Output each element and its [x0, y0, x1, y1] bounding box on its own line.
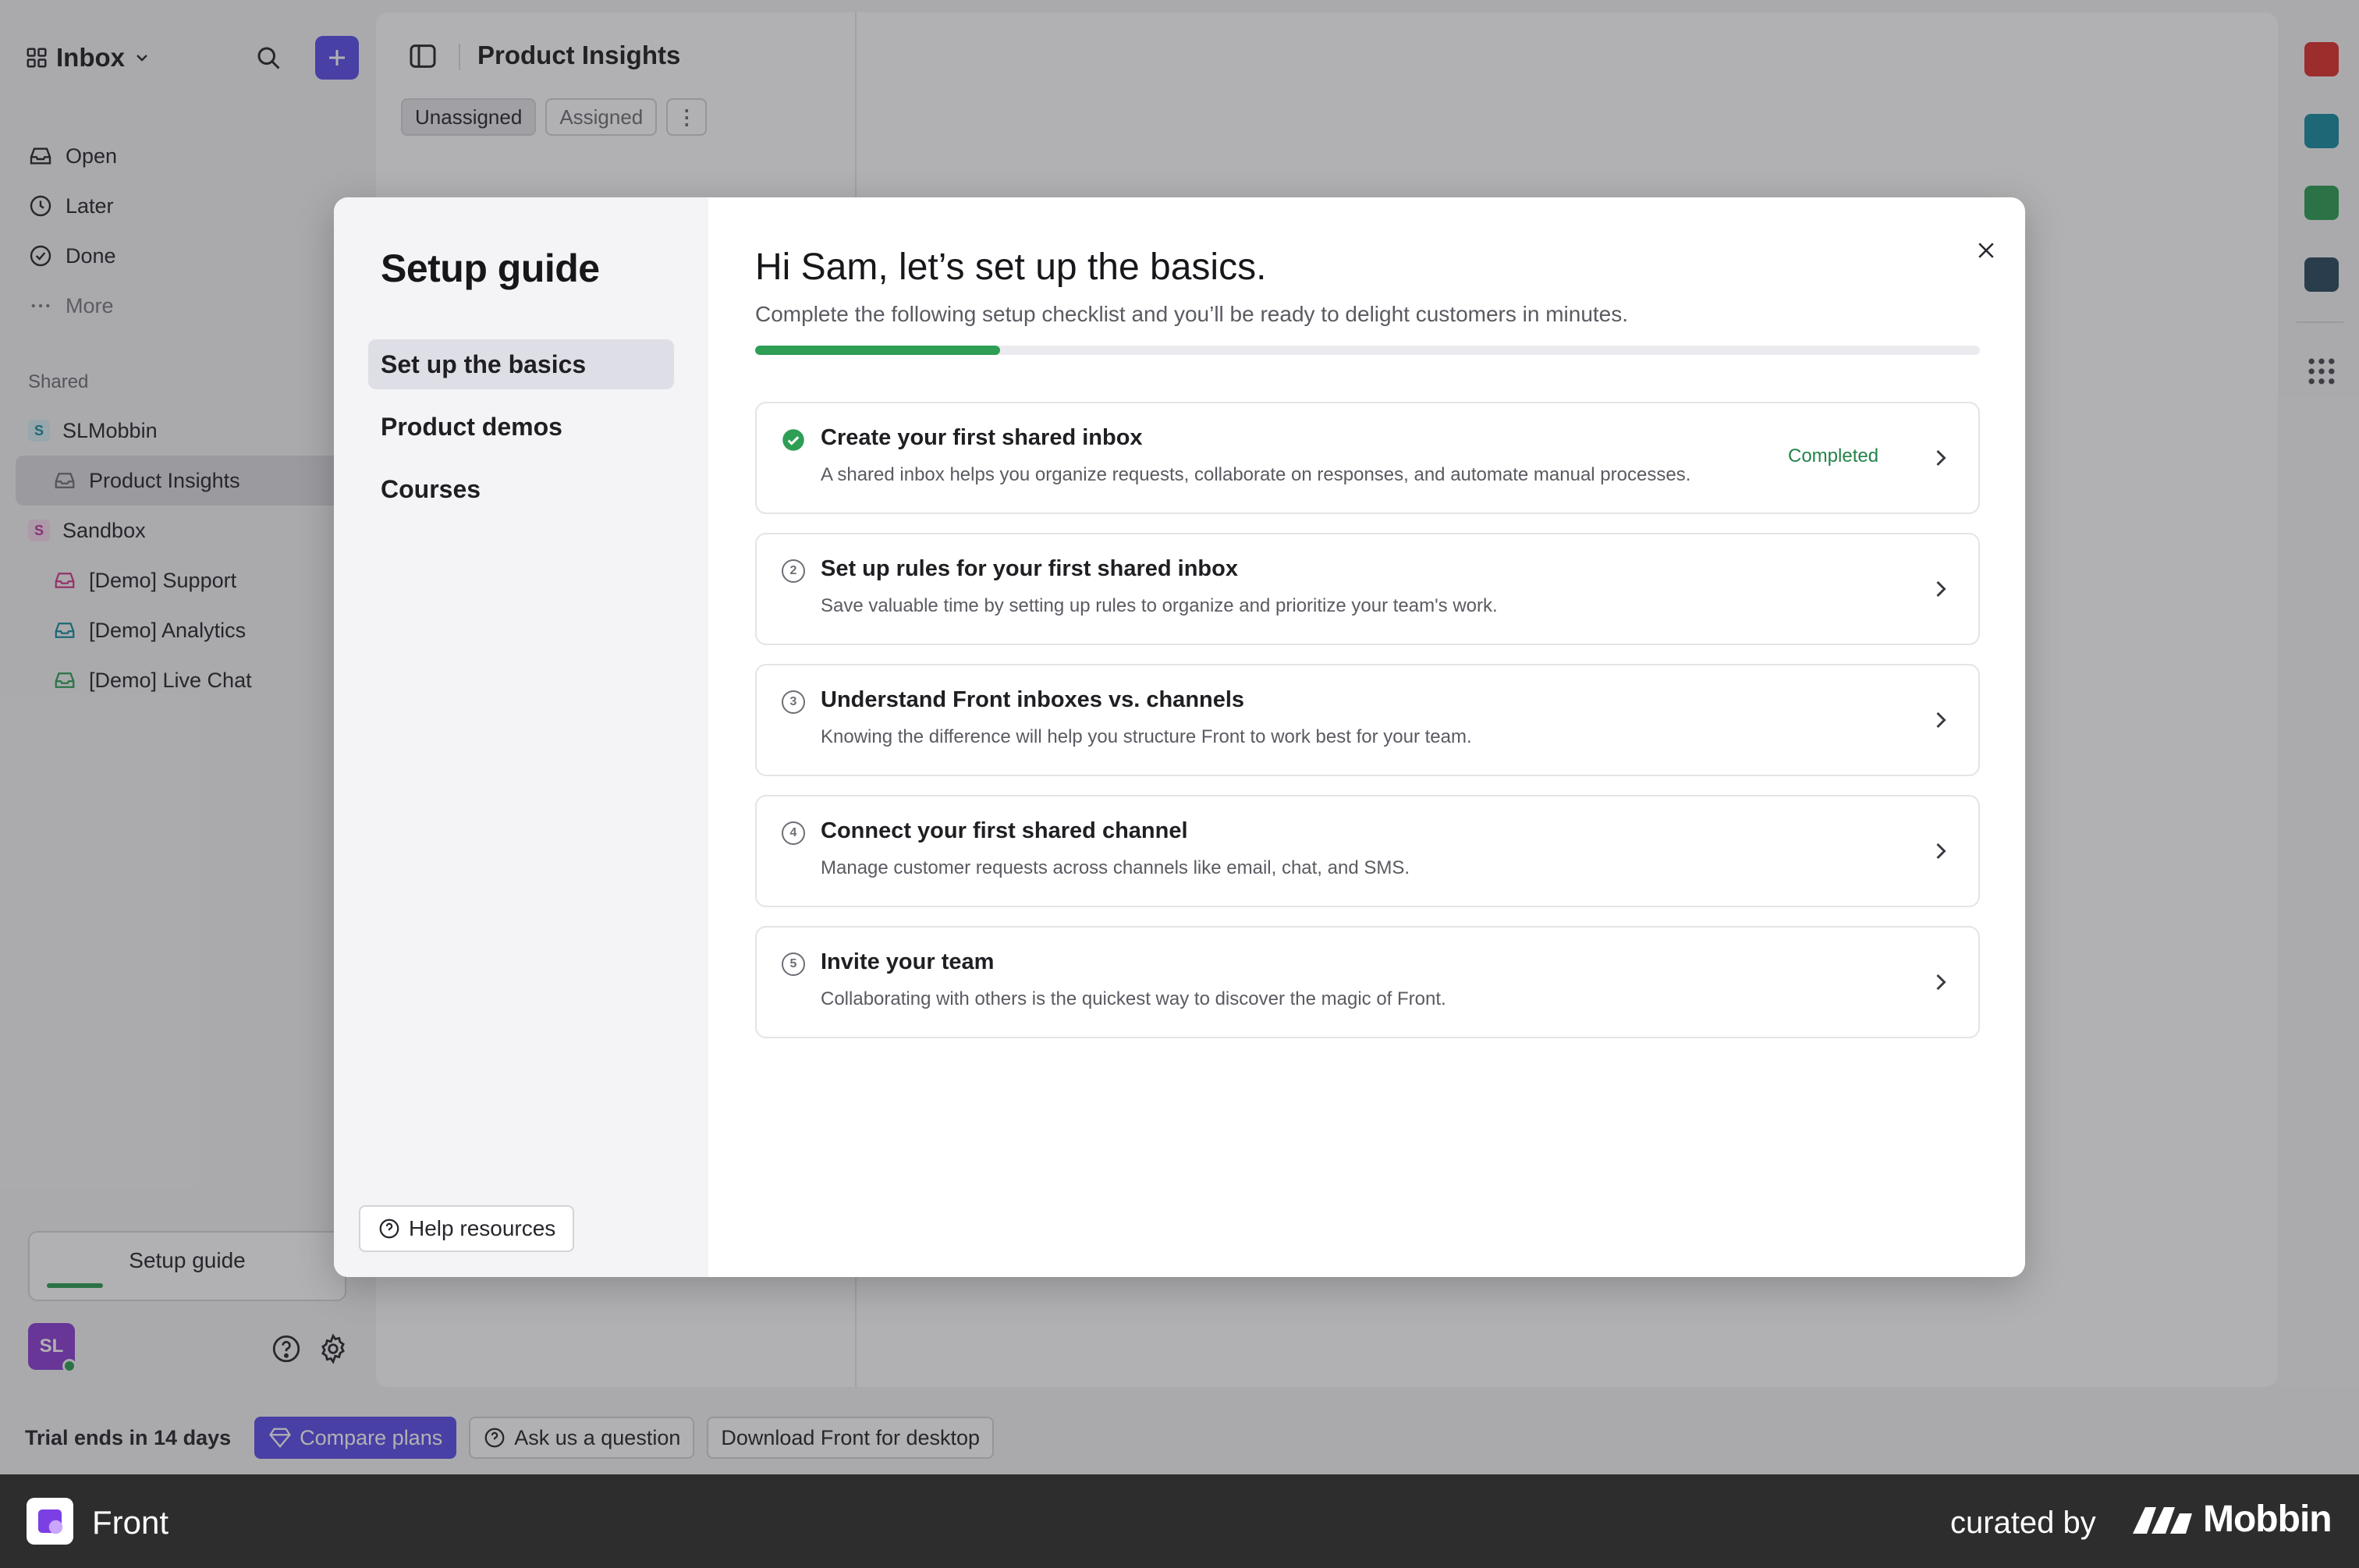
checklist-step[interactable]: Create your first shared inbox A shared … — [755, 402, 1980, 514]
setup-progress-fill — [755, 346, 1000, 355]
mobbin-wordmark: Mobbin — [2203, 1499, 2332, 1540]
side-item-courses[interactable]: Courses — [368, 464, 674, 514]
step-title: Understand Front inboxes vs. channels — [821, 687, 1245, 712]
step-title: Connect your first shared channel — [821, 818, 1188, 843]
step-title: Create your first shared inbox — [821, 425, 1143, 450]
chevron-right-icon — [1936, 580, 1946, 598]
checklist-step[interactable]: 5 Invite your team Collaborating with ot… — [755, 926, 1980, 1038]
brand-bar: Front curated by Mobbin — [0, 1474, 2359, 1568]
step-number: 2 — [782, 559, 805, 583]
step-description: A shared inbox helps you organize reques… — [821, 464, 1691, 485]
curated-by-text: curated by — [1950, 1506, 2096, 1540]
setup-guide-sidebar: Setup guide Set up the basics Product de… — [334, 197, 708, 1277]
step-title: Invite your team — [821, 949, 995, 974]
help-resources-button[interactable]: Help resources — [359, 1205, 575, 1252]
step-description: Collaborating with others is the quickes… — [821, 988, 1446, 1009]
step-number: 5 — [782, 953, 805, 976]
check-circle-filled-icon — [782, 429, 804, 451]
brand-app-name: Front — [92, 1504, 169, 1541]
checklist-step[interactable]: 2 Set up rules for your first shared inb… — [755, 533, 1980, 645]
step-number: 4 — [782, 821, 805, 845]
step-description: Save valuable time by setting up rules t… — [821, 595, 1498, 616]
step-status-badge: Completed — [1788, 445, 1879, 466]
question-circle-icon — [379, 1219, 399, 1239]
side-item-set-up-basics[interactable]: Set up the basics — [368, 339, 674, 389]
chevron-right-icon — [1936, 711, 1946, 729]
checklist-step[interactable]: 3 Understand Front inboxes vs. channels … — [755, 664, 1980, 776]
side-item-product-demos[interactable]: Product demos — [368, 402, 674, 452]
front-logo-icon — [27, 1498, 73, 1545]
chevron-right-icon — [1936, 843, 1946, 860]
step-number: 3 — [782, 690, 805, 714]
help-resources-label: Help resources — [409, 1216, 556, 1240]
close-button[interactable] — [1964, 229, 2008, 272]
step-description: Knowing the difference will help you str… — [821, 726, 1472, 747]
checklist-step[interactable]: 4 Connect your first shared channel Mana… — [755, 795, 1980, 907]
step-title: Set up rules for your first shared inbox — [821, 556, 1238, 581]
close-icon — [1978, 243, 1994, 258]
setup-progress-bar — [755, 346, 1980, 355]
mobbin-logo-icon — [2133, 1507, 2192, 1534]
chevron-right-icon — [1936, 974, 1946, 991]
front-logo-glyph — [38, 1509, 63, 1534]
setup-guide-title: Setup guide — [381, 247, 600, 290]
chevron-right-icon — [1936, 449, 1946, 466]
step-description: Manage customer requests across channels… — [821, 857, 1410, 878]
modal-subheading: Complete the following setup checklist a… — [755, 302, 1629, 326]
setup-guide-modal: Setup guide Set up the basics Product de… — [334, 197, 2025, 1277]
modal-heading: Hi Sam, let’s set up the basics. — [755, 247, 1267, 288]
